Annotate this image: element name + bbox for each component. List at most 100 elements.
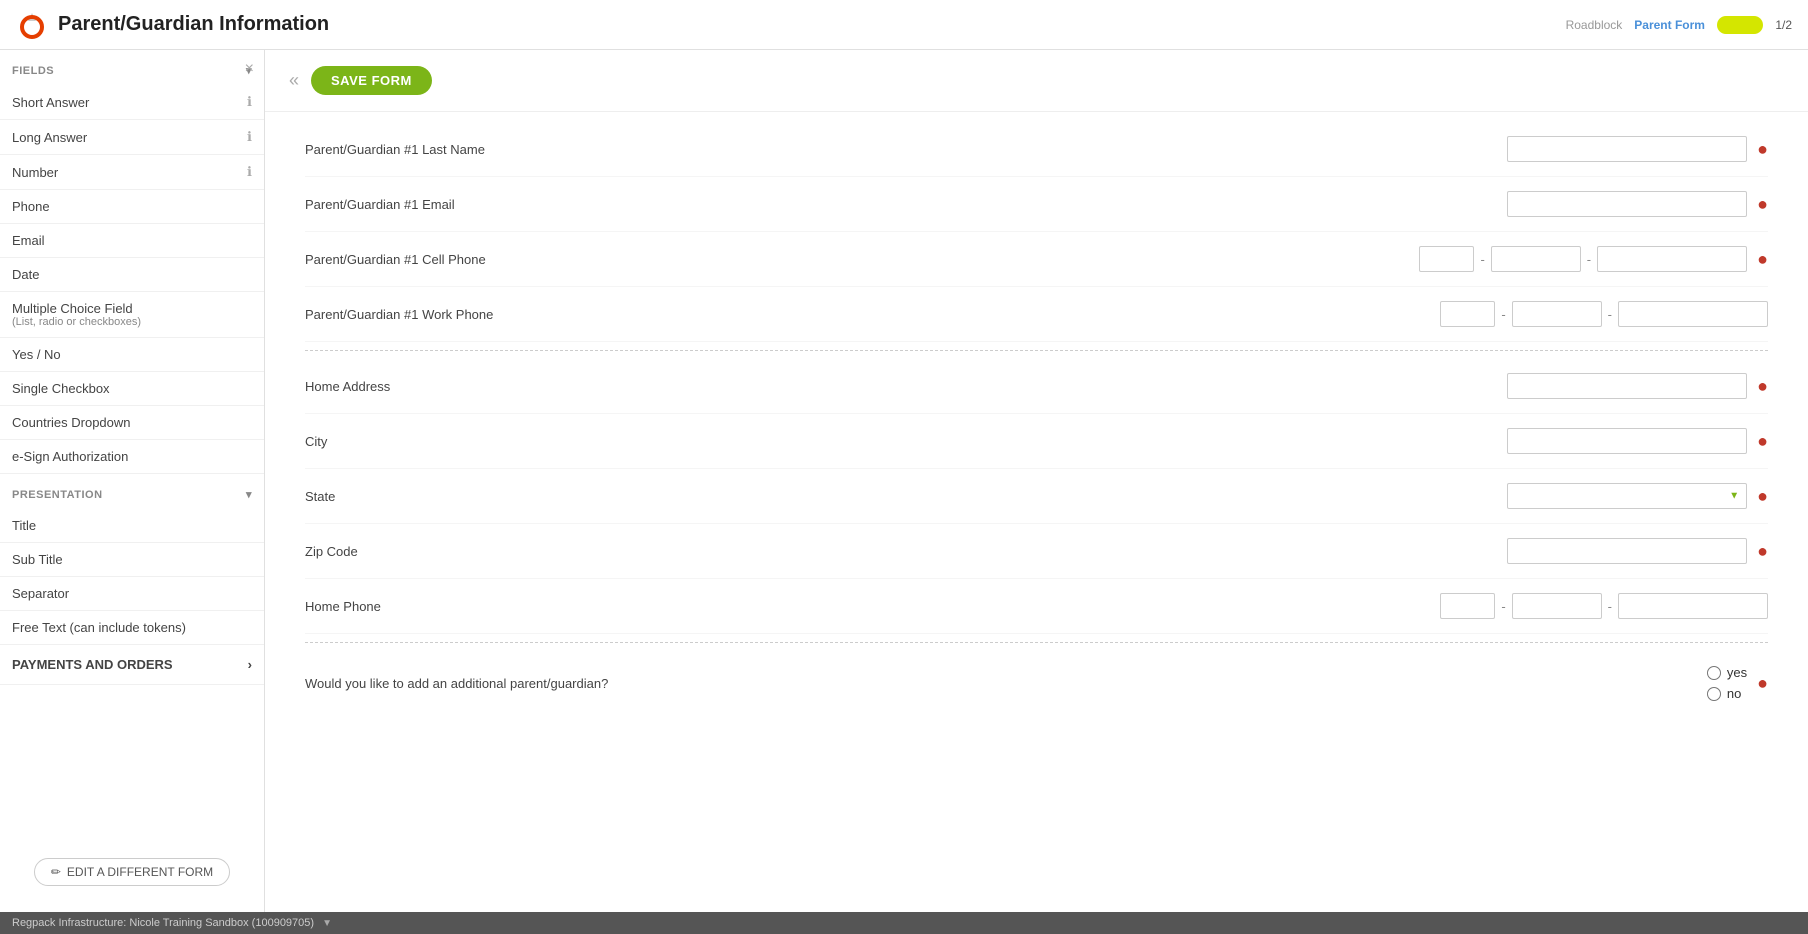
sidebar-item-date[interactable]: Date (0, 258, 264, 292)
title-label: Title (12, 518, 36, 533)
work-dash2: - (1606, 307, 1614, 322)
back-button[interactable]: « (289, 70, 299, 91)
form-area: « SAVE FORM Parent/Guardian #1 Last Name… (265, 50, 1808, 912)
save-form-button[interactable]: SAVE FORM (311, 66, 432, 95)
presentation-section-header: PRESENTATION ▾ (0, 474, 264, 509)
yes-radio-label[interactable]: yes (1707, 665, 1747, 680)
home-address-input-area: ● (1507, 373, 1768, 399)
no-radio[interactable] (1707, 687, 1721, 701)
cell-dash1: - (1478, 252, 1486, 267)
sidebar-item-phone[interactable]: Phone (0, 190, 264, 224)
no-option-text: no (1727, 686, 1741, 701)
payments-arrow-icon: › (248, 657, 252, 672)
city-input[interactable] (1507, 428, 1747, 454)
form-row-home-address: Home Address ● (305, 359, 1768, 414)
edit-form-button[interactable]: ✏ EDIT A DIFFERENT FORM (34, 858, 230, 886)
app-header: Parent/Guardian Information Roadblock Pa… (0, 0, 1808, 50)
status-badge (1717, 16, 1763, 34)
cell-phone-label: Parent/Guardian #1 Cell Phone (305, 252, 705, 267)
header-left: Parent/Guardian Information (16, 9, 1566, 41)
home-dash2: - (1606, 599, 1614, 614)
email-field-label: Parent/Guardian #1 Email (305, 197, 705, 212)
work-phone-area[interactable] (1440, 301, 1495, 327)
zip-code-required: ● (1757, 542, 1768, 560)
sidebar-item-subtitle[interactable]: Sub Title (0, 543, 264, 577)
payments-section-header[interactable]: PAYMENTS AND ORDERS › (0, 645, 264, 685)
last-name-required: ● (1757, 140, 1768, 158)
last-name-input-area: ● (1507, 136, 1768, 162)
zip-code-input[interactable] (1507, 538, 1747, 564)
cell-dash2: - (1585, 252, 1593, 267)
presentation-label: PRESENTATION (12, 489, 103, 501)
home-phone-number[interactable] (1618, 593, 1768, 619)
header-right: Roadblock Parent Form 1/2 (1566, 16, 1792, 34)
cell-phone-prefix[interactable] (1491, 246, 1581, 272)
divider-2 (305, 642, 1768, 643)
status-bar-dropdown-icon[interactable]: ▼ (322, 918, 332, 929)
sidebar-item-esign[interactable]: e-Sign Authorization (0, 440, 264, 474)
form-row-city: City ● (305, 414, 1768, 469)
short-answer-label: Short Answer (12, 95, 89, 110)
additional-guardian-label: Would you like to add an additional pare… (305, 676, 705, 691)
yes-no-radio-group: yes no (1707, 665, 1747, 701)
additional-guardian-input-area: yes no ● (1707, 665, 1768, 701)
home-phone-input-area: - - (1440, 593, 1768, 619)
sidebar-item-email[interactable]: Email (0, 224, 264, 258)
single-checkbox-label: Single Checkbox (12, 381, 110, 396)
home-address-required: ● (1757, 377, 1768, 395)
email-label: Email (12, 233, 45, 248)
sidebar-item-free-text[interactable]: Free Text (can include tokens) (0, 611, 264, 645)
home-address-label: Home Address (305, 379, 705, 394)
cell-phone-number[interactable] (1597, 246, 1747, 272)
yes-option-text: yes (1727, 665, 1747, 680)
sidebar-item-single-checkbox[interactable]: Single Checkbox (0, 372, 264, 406)
multiple-choice-sub: (List, radio or checkboxes) (12, 316, 252, 328)
email-input[interactable] (1507, 191, 1747, 217)
yes-radio[interactable] (1707, 666, 1721, 680)
form-row-email: Parent/Guardian #1 Email ● (305, 177, 1768, 232)
cell-phone-input-area: - - ● (1419, 246, 1768, 272)
free-text-label: Free Text (can include tokens) (12, 620, 186, 635)
roadblock-link[interactable]: Roadblock (1566, 18, 1623, 32)
separator-label: Separator (12, 586, 69, 601)
presentation-collapse-icon[interactable]: ▾ (246, 488, 252, 501)
info-icon-number[interactable]: ℹ (247, 164, 252, 180)
page-count: 1/2 (1775, 18, 1792, 32)
cell-phone-required: ● (1757, 250, 1768, 268)
cell-phone-area[interactable] (1419, 246, 1474, 272)
home-address-input[interactable] (1507, 373, 1747, 399)
sidebar-item-number[interactable]: Number ℹ (0, 155, 264, 190)
form-row-state: State ▼ ● (305, 469, 1768, 524)
work-phone-prefix[interactable] (1512, 301, 1602, 327)
pencil-icon: ✏ (51, 865, 61, 879)
no-radio-label[interactable]: no (1707, 686, 1747, 701)
info-icon-short-answer[interactable]: ℹ (247, 94, 252, 110)
sidebar-item-title[interactable]: Title (0, 509, 264, 543)
city-input-area: ● (1507, 428, 1768, 454)
fields-section-header: FIELDS ▾ (0, 50, 264, 85)
last-name-label: Parent/Guardian #1 Last Name (305, 142, 705, 157)
sidebar-item-countries-dropdown[interactable]: Countries Dropdown (0, 406, 264, 440)
sidebar-item-yes-no[interactable]: Yes / No (0, 338, 264, 372)
sidebar-item-multiple-choice[interactable]: Multiple Choice Field (List, radio or ch… (0, 292, 264, 338)
sidebar-item-short-answer[interactable]: Short Answer ℹ (0, 85, 264, 120)
email-input-area: ● (1507, 191, 1768, 217)
form-row-work-phone: Parent/Guardian #1 Work Phone - - (305, 287, 1768, 342)
state-input-area: ▼ ● (1507, 483, 1768, 509)
fields-label: FIELDS (12, 65, 54, 77)
info-icon-long-answer[interactable]: ℹ (247, 129, 252, 145)
status-bar-text: Regpack Infrastructure: Nicole Training … (12, 917, 314, 929)
yes-no-label: Yes / No (12, 347, 61, 362)
city-required: ● (1757, 432, 1768, 450)
parent-form-link[interactable]: Parent Form (1634, 18, 1705, 32)
home-phone-prefix[interactable] (1512, 593, 1602, 619)
sidebar-item-separator[interactable]: Separator (0, 577, 264, 611)
sidebar: × FIELDS ▾ Short Answer ℹ Long Answer ℹ … (0, 50, 265, 912)
last-name-input[interactable] (1507, 136, 1747, 162)
sidebar-item-long-answer[interactable]: Long Answer ℹ (0, 120, 264, 155)
work-phone-number[interactable] (1618, 301, 1768, 327)
close-icon[interactable]: × (245, 60, 254, 78)
state-required: ● (1757, 487, 1768, 505)
home-phone-area[interactable] (1440, 593, 1495, 619)
state-select[interactable] (1507, 483, 1747, 509)
